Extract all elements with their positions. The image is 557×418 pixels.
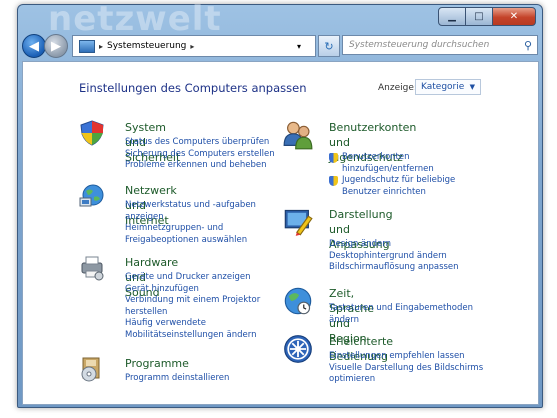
link-mobilitaet[interactable]: Häufig verwendete — [125, 318, 260, 330]
search-icon[interactable]: ⚲ — [524, 39, 532, 52]
link-geraete-drucker[interactable]: Geräte und Drucker anzeigen — [125, 272, 260, 284]
link-programm-deinstallieren[interactable]: Programm deinstallieren — [125, 373, 229, 385]
programs-icon — [81, 357, 100, 382]
link-sicherung[interactable]: Sicherung des Computers erstellen — [125, 149, 275, 161]
search-placeholder: Systemsteuerung durchsuchen — [349, 40, 490, 50]
page-title: Einstellungen des Computers anpassen — [79, 81, 307, 95]
chevron-down-icon: ▼ — [469, 83, 475, 91]
link-einstellungen-empfehlen[interactable]: Einstellungen empfehlen lassen — [329, 351, 483, 363]
forward-button[interactable]: ▶ — [44, 34, 68, 58]
caption-buttons: ▁ □ ✕ — [438, 7, 536, 26]
link-jugendschutz-cont[interactable]: Benutzer einrichten — [329, 187, 455, 199]
users-icon — [283, 121, 313, 150]
category-title-appearance-line1: Darstellung und — [329, 208, 393, 236]
category-links-access: Einstellungen empfehlen lassen Visuelle … — [329, 351, 483, 386]
category-links-hardware: Geräte und Drucker anzeigen Gerät hinzuf… — [125, 272, 260, 341]
link-design-aendern[interactable]: Design ändern — [329, 239, 459, 251]
back-button[interactable]: ◀ — [22, 34, 46, 58]
link-heimnetzgruppen-cont[interactable]: Freigabeoptionen auswählen — [125, 235, 256, 247]
link-heimnetzgruppen[interactable]: Heimnetzgruppen- und — [125, 223, 256, 235]
category-links-appearance: Design ändern Desktophintergrund ändern … — [329, 239, 459, 274]
link-visuelle-darstellung[interactable]: Visuelle Darstellung des Bildschirms — [329, 363, 483, 375]
control-panel-window: netzwelt ▁ □ ✕ ◀ ▶ ▸ Systemsteuerung ▸ ▾… — [17, 0, 543, 408]
breadcrumb-separator-tail[interactable]: ▸ — [190, 42, 194, 51]
close-button[interactable]: ✕ — [492, 7, 536, 26]
link-projektor[interactable]: Verbindung mit einem Projektor — [125, 295, 260, 307]
link-tastaturen-cont[interactable]: ändern — [329, 315, 473, 327]
accessibility-icon — [284, 335, 312, 363]
category-links-programs: Programm deinstallieren — [125, 373, 229, 385]
link-geraet-hinzufuegen[interactable]: Gerät hinzufügen — [125, 284, 260, 296]
view-dropdown-value: Kategorie — [421, 82, 465, 92]
category-links-system: Status des Computers überprüfen Sicherun… — [125, 137, 275, 172]
link-benutzerkonten[interactable]: Benutzerkonten — [329, 152, 455, 164]
link-probleme[interactable]: Probleme erkennen und beheben — [125, 160, 275, 172]
link-tastaturen[interactable]: Tastaturen und Eingabemethoden — [329, 303, 473, 315]
link-visuelle-darstellung-cont[interactable]: optimieren — [329, 374, 483, 386]
breadcrumb-separator[interactable]: ▸ — [99, 42, 103, 51]
link-netzwerkstatus[interactable]: Netzwerkstatus und -aufgaben — [125, 200, 256, 212]
category-title-programs[interactable]: Programme — [125, 356, 189, 371]
shield-icon — [80, 120, 104, 146]
control-panel-icon — [79, 39, 95, 53]
link-benutzerkonten-cont[interactable]: hinzufügen/entfernen — [329, 164, 455, 176]
maximize-button[interactable]: □ — [465, 7, 493, 26]
globe-clock-icon — [284, 287, 312, 315]
uac-shield-icon — [329, 176, 338, 186]
link-projektor-cont[interactable]: herstellen — [125, 307, 260, 319]
navigation-bar: ◀ ▶ ▸ Systemsteuerung ▸ ▾ ↻ Systemsteuer… — [22, 34, 538, 58]
view-dropdown[interactable]: Kategorie ▼ — [415, 79, 481, 95]
minimize-button[interactable]: ▁ — [438, 7, 466, 26]
link-desktophintergrund[interactable]: Desktophintergrund ändern — [329, 251, 459, 263]
link-jugendschutz[interactable]: Jugendschutz für beliebige — [329, 175, 455, 187]
search-input[interactable]: Systemsteuerung durchsuchen ⚲ — [342, 35, 538, 55]
content-area: Einstellungen des Computers anpassen Anz… — [22, 61, 539, 405]
category-links-clock: Tastaturen und Eingabemethoden ändern — [329, 303, 473, 326]
breadcrumb-systemsteuerung[interactable]: Systemsteuerung — [107, 41, 186, 51]
uac-shield-icon — [329, 153, 338, 163]
appearance-icon — [284, 209, 313, 236]
network-icon — [79, 184, 104, 207]
printer-icon — [81, 256, 104, 281]
category-links-network: Netzwerkstatus und -aufgaben anzeigen He… — [125, 200, 256, 246]
link-status-pruefen[interactable]: Status des Computers überprüfen — [125, 137, 275, 149]
link-netzwerkstatus-cont[interactable]: anzeigen — [125, 212, 256, 224]
category-links-users: Benutzerkonten hinzufügen/entfernen Juge… — [329, 152, 455, 198]
link-bildschirmaufloesung[interactable]: Bildschirmauflösung anpassen — [329, 262, 459, 274]
view-label: Anzeige: — [378, 83, 417, 93]
address-dropdown-icon[interactable]: ▾ — [297, 42, 301, 51]
refresh-button[interactable]: ↻ — [318, 35, 340, 57]
address-bar[interactable]: ▸ Systemsteuerung ▸ ▾ — [72, 35, 316, 57]
link-mobilitaet-cont[interactable]: Mobilitätseinstellungen ändern — [125, 330, 260, 342]
category-title-users-line1: Benutzerkonten und — [329, 121, 417, 149]
